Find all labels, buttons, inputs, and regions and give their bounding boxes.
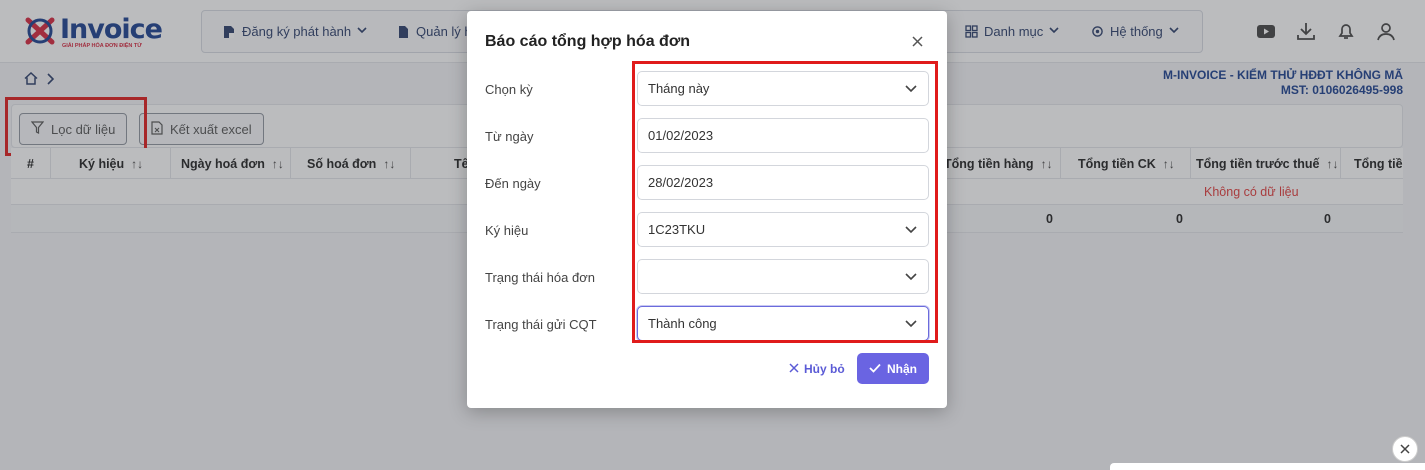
toast-close-icon[interactable] bbox=[1392, 436, 1418, 462]
dialog-title: Báo cáo tổng hợp hóa đơn bbox=[485, 33, 690, 50]
close-icon[interactable] bbox=[907, 31, 927, 51]
report-dialog: Báo cáo tổng hợp hóa đơn Chọn kỳ Tháng n… bbox=[467, 11, 947, 408]
invoice-status-label: Trạng thái hóa đơn bbox=[485, 270, 595, 285]
submit-button[interactable]: Nhận bbox=[857, 353, 929, 384]
cancel-button-label: Hủy bỏ bbox=[804, 362, 845, 376]
period-label: Chọn kỳ bbox=[485, 82, 533, 97]
check-icon bbox=[869, 362, 881, 376]
toast-panel bbox=[1110, 463, 1425, 470]
close-icon bbox=[789, 362, 799, 376]
submit-button-label: Nhận bbox=[887, 361, 917, 376]
symbol-label: Ký hiệu bbox=[485, 223, 529, 238]
fields-highlight-box bbox=[632, 61, 938, 343]
to-date-label: Đến ngày bbox=[485, 176, 541, 191]
from-date-label: Từ ngày bbox=[485, 129, 534, 144]
cqt-status-label: Trạng thái gửi CQT bbox=[485, 317, 597, 332]
cancel-button[interactable]: Hủy bỏ bbox=[789, 358, 845, 380]
